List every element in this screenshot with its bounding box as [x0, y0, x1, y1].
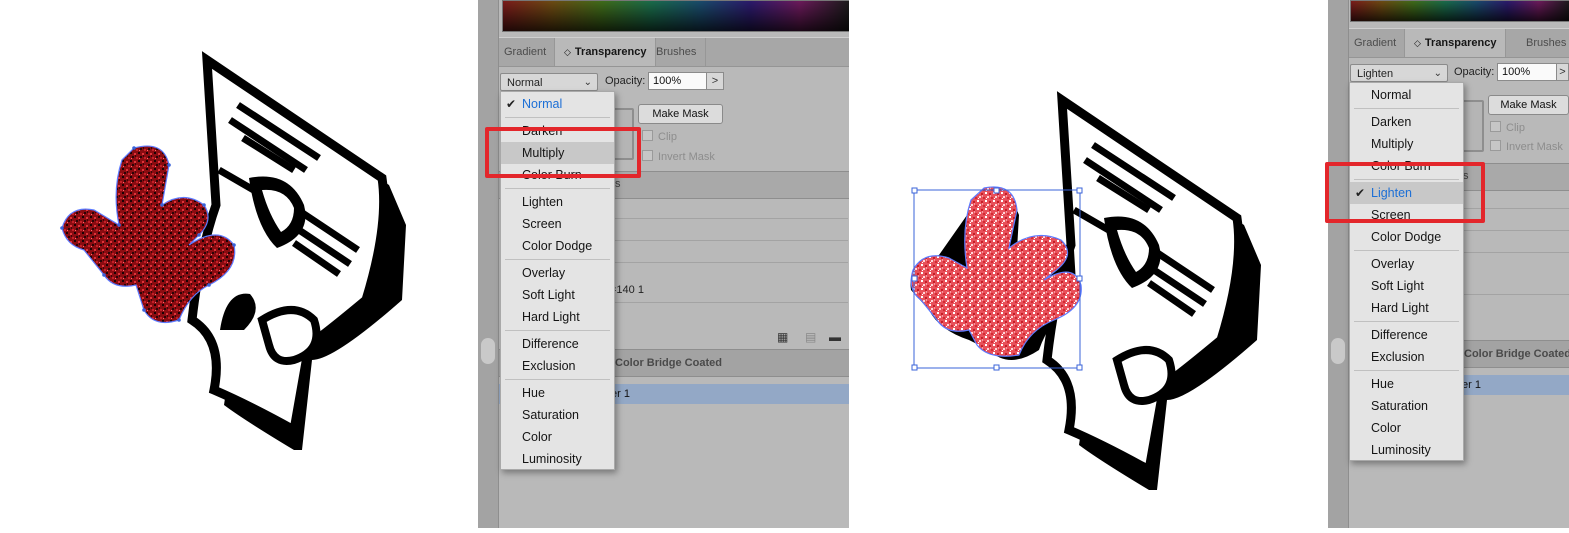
- clip-checkbox[interactable]: Clip: [1490, 121, 1525, 134]
- menu-separator: [505, 259, 610, 260]
- tab-gradient[interactable]: Gradient: [495, 38, 557, 66]
- menu-item-multiply[interactable]: Multiply: [1350, 133, 1463, 155]
- blend-mode-select[interactable]: Lighten ⌄: [1350, 64, 1448, 82]
- menu-item-hard-light[interactable]: Hard Light: [1350, 297, 1463, 319]
- tab-transparency[interactable]: ◇ Transparency: [554, 38, 657, 66]
- folder-icon[interactable]: ▬: [829, 330, 841, 344]
- divider: [610, 218, 848, 219]
- tab-brushes[interactable]: Brushes: [647, 38, 707, 66]
- panel-tab-strip-left: Gradient ◇ Transparency Brushes: [499, 37, 849, 67]
- opacity-input[interactable]: 100%: [648, 72, 708, 90]
- tab-updown-icon: ◇: [564, 47, 571, 57]
- lettering-artwork-lighten: [910, 91, 1261, 490]
- color-spectrum-bar[interactable]: [1350, 0, 1569, 22]
- menu-item-luminosity[interactable]: Luminosity: [501, 448, 614, 470]
- divider: [1460, 230, 1569, 231]
- tab-brushes[interactable]: Brushes: [1517, 29, 1569, 57]
- menu-separator: [1354, 370, 1459, 371]
- menu-item-hue[interactable]: Hue: [501, 382, 614, 404]
- invert-mask-checkbox[interactable]: Invert Mask: [1490, 140, 1563, 153]
- divider: [610, 262, 848, 263]
- menu-item-exclusion[interactable]: Exclusion: [501, 355, 614, 377]
- tab-transparency[interactable]: ◇ Transparency: [1404, 29, 1507, 57]
- opacity-label: Opacity:: [605, 75, 646, 87]
- menu-item-screen[interactable]: Screen: [501, 213, 614, 235]
- menu-separator: [505, 117, 610, 118]
- menu-item-difference[interactable]: Difference: [501, 333, 614, 355]
- lettering-artwork-multiply: [60, 51, 406, 450]
- new-layer-icon[interactable]: ▤: [805, 330, 816, 344]
- menu-item-lighten[interactable]: Lighten: [501, 191, 614, 213]
- menu-separator: [505, 188, 610, 189]
- new-swatch-group-icon[interactable]: ▦: [777, 330, 788, 344]
- menu-item-normal[interactable]: ✔ Normal: [501, 93, 614, 115]
- artwork-canvas-left: [0, 0, 478, 528]
- menu-item-difference[interactable]: Difference: [1350, 324, 1463, 346]
- chevron-down-icon: ⌄: [583, 77, 592, 88]
- swatch-row-text: =140 1: [610, 284, 644, 296]
- menu-separator: [1354, 321, 1459, 322]
- menu-item-luminosity[interactable]: Luminosity: [1350, 439, 1463, 461]
- panel-dock-gutter-left: [478, 0, 499, 528]
- opacity-flyout-button[interactable]: >: [706, 72, 724, 90]
- opacity-flyout-button[interactable]: >: [1556, 63, 1569, 81]
- menu-item-hard-light[interactable]: Hard Light: [501, 306, 614, 328]
- blend-mode-menu-right: Normal Darken Multiply Color Burn ✔ Light…: [1349, 82, 1464, 461]
- chevron-down-icon: ⌄: [1433, 68, 1442, 79]
- opacity-label: Opacity:: [1454, 66, 1495, 78]
- menu-item-hue[interactable]: Hue: [1350, 373, 1463, 395]
- dock-resize-grip[interactable]: [481, 338, 495, 364]
- opacity-input[interactable]: 100%: [1497, 63, 1557, 81]
- menu-item-overlay[interactable]: Overlay: [501, 262, 614, 284]
- menu-item-soft-light[interactable]: Soft Light: [501, 284, 614, 306]
- menu-item-color-dodge[interactable]: Color Dodge: [501, 235, 614, 257]
- menu-item-soft-light[interactable]: Soft Light: [1350, 275, 1463, 297]
- panel-tab-strip-right: Gradient ◇ Transparency Brushes: [1349, 28, 1569, 58]
- menu-item-color-dodge[interactable]: Color Dodge: [1350, 226, 1463, 248]
- color-spectrum-bar[interactable]: [502, 0, 850, 32]
- divider: [610, 302, 848, 303]
- menu-item-overlay[interactable]: Overlay: [1350, 253, 1463, 275]
- divider: [1460, 294, 1569, 295]
- dock-resize-grip[interactable]: [1331, 338, 1345, 364]
- tab-updown-icon: ◇: [1414, 38, 1421, 48]
- blend-mode-select[interactable]: Normal ⌄: [500, 73, 598, 91]
- menu-separator: [505, 379, 610, 380]
- clip-checkbox[interactable]: Clip: [642, 130, 677, 143]
- menu-separator: [1354, 250, 1459, 251]
- make-mask-button[interactable]: Make Mask: [638, 104, 723, 124]
- highlight-annotation-box: [485, 127, 641, 178]
- menu-item-saturation[interactable]: Saturation: [1350, 395, 1463, 417]
- menu-item-exclusion[interactable]: Exclusion: [1350, 346, 1463, 368]
- menu-item-color[interactable]: Color: [501, 426, 614, 448]
- artwork-canvas-right: [849, 0, 1328, 528]
- menu-item-darken[interactable]: Darken: [1350, 111, 1463, 133]
- make-mask-button[interactable]: Make Mask: [1488, 95, 1569, 115]
- invert-mask-checkbox[interactable]: Invert Mask: [642, 150, 715, 163]
- highlight-annotation-box: [1325, 162, 1485, 223]
- menu-separator: [505, 330, 610, 331]
- panel-dock-gutter-right: [1328, 0, 1349, 528]
- divider: [610, 240, 848, 241]
- tab-gradient[interactable]: Gradient: [1345, 29, 1407, 57]
- menu-item-color[interactable]: Color: [1350, 417, 1463, 439]
- checkmark-icon: ✔: [506, 97, 517, 111]
- divider: [1460, 252, 1569, 253]
- menu-separator: [1354, 108, 1459, 109]
- menu-item-saturation[interactable]: Saturation: [501, 404, 614, 426]
- menu-item-normal[interactable]: Normal: [1350, 84, 1463, 106]
